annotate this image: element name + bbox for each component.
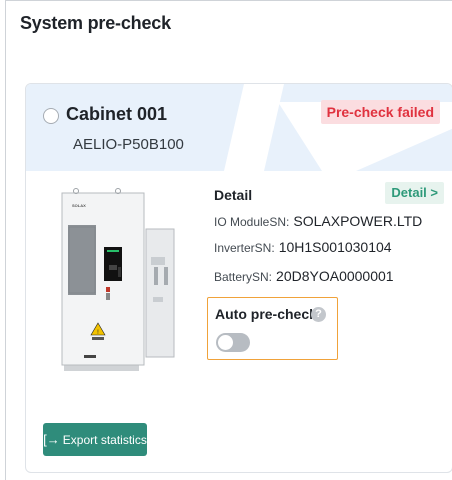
toggle-knob bbox=[218, 335, 233, 350]
detail-title: Detail bbox=[214, 187, 253, 203]
battery-sn-row: BatterySN: 20D8YOA0000001 bbox=[214, 268, 394, 286]
cabinet-card-header: Cabinet 001 AELIO-P50B100 Pre-check fail… bbox=[26, 84, 452, 171]
inverter-sn-value: 10H1S001030104 bbox=[278, 239, 392, 255]
export-statistics-button[interactable]: [→ Export statistics bbox=[43, 423, 147, 456]
detail-link[interactable]: Detail > bbox=[385, 182, 444, 204]
content-frame: System pre-check Cabinet 001 AELIO-P50B1… bbox=[5, 0, 452, 480]
cabinet-name: Cabinet 001 bbox=[66, 104, 168, 124]
auto-precheck-section: Auto pre-check ? bbox=[207, 297, 338, 360]
auto-precheck-label: Auto pre-check bbox=[215, 306, 317, 322]
precheck-status-badge: Pre-check failed bbox=[320, 100, 440, 124]
io-module-sn-row: IO ModuleSN: SOLAXPOWER.LTD bbox=[214, 213, 422, 231]
inverter-sn-label: InverterSN: bbox=[214, 241, 275, 255]
cabinet-model: AELIO-P50B100 bbox=[73, 136, 184, 153]
io-module-sn-label: IO ModuleSN: bbox=[214, 215, 290, 229]
battery-sn-label: BatterySN: bbox=[214, 270, 273, 284]
auto-precheck-toggle[interactable] bbox=[216, 333, 250, 352]
export-statistics-label: Export statistics bbox=[62, 432, 147, 447]
battery-sn-value: 20D8YOA0000001 bbox=[276, 268, 394, 284]
cabinet-card[interactable]: Cabinet 001 AELIO-P50B100 Pre-check fail… bbox=[25, 83, 452, 473]
io-module-sn-value: SOLAXPOWER.LTD bbox=[293, 213, 423, 229]
page-title: System pre-check bbox=[20, 13, 171, 33]
cabinet-image: SOLAX ! bbox=[61, 188, 175, 371]
header-decoration bbox=[224, 84, 452, 171]
inverter-sn-row: InverterSN: 10H1S001030104 bbox=[214, 239, 392, 257]
export-icon: [→ bbox=[43, 432, 60, 447]
cabinet-brand-label: SOLAX bbox=[72, 203, 86, 208]
help-icon[interactable]: ? bbox=[311, 307, 326, 322]
cabinet-select-radio[interactable] bbox=[43, 108, 59, 124]
